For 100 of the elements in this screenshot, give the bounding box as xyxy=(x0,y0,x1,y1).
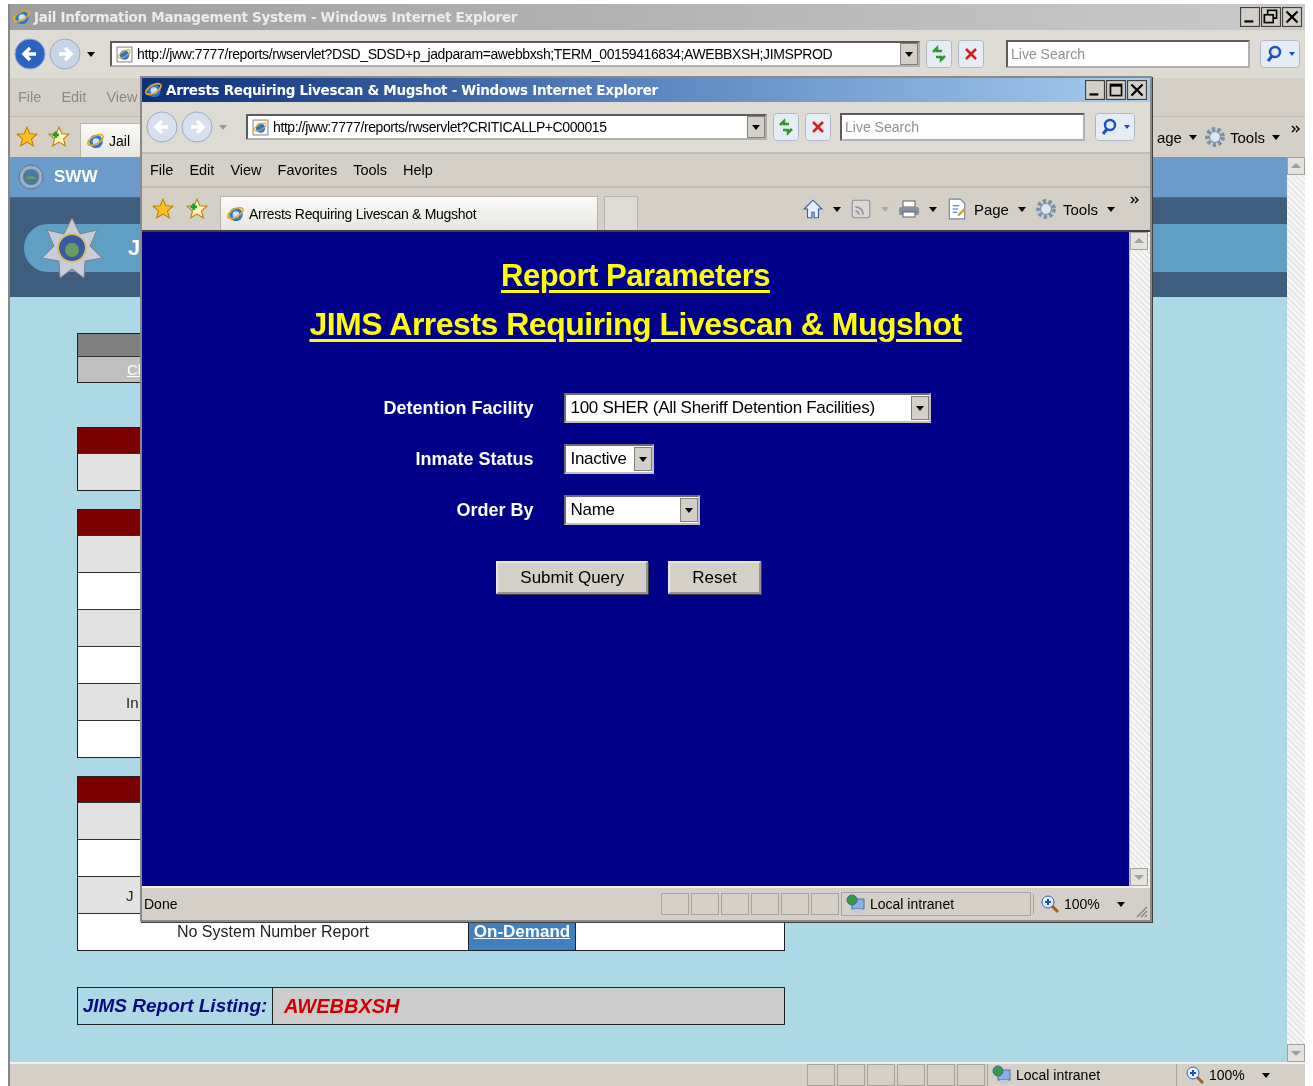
status-segment xyxy=(691,893,719,915)
caret-icon[interactable] xyxy=(832,206,841,212)
caret-icon[interactable] xyxy=(928,206,937,212)
zoom-icon xyxy=(1040,894,1060,914)
status-segment xyxy=(781,893,809,915)
window-title: Arrests Requiring Livescan & Mugshot - Windows Internet Explorer xyxy=(166,82,658,98)
printer-icon[interactable] xyxy=(897,198,920,220)
field-label: Order By xyxy=(455,499,534,521)
reset-button[interactable]: Reset xyxy=(668,561,761,594)
field-label: Inmate Status xyxy=(414,448,534,470)
caret-icon[interactable] xyxy=(1262,1072,1270,1078)
menu-item[interactable]: View xyxy=(226,160,266,180)
status-segment xyxy=(837,1064,865,1086)
network-computer-icon xyxy=(992,1065,1012,1085)
browser-tab[interactable]: Arrests Requiring Livescan & Mugshot xyxy=(220,196,598,230)
dropdown-icon[interactable] xyxy=(633,447,652,471)
search-field[interactable]: Live Search xyxy=(840,113,1085,141)
menu-item[interactable]: Edit xyxy=(185,160,219,180)
search-button[interactable] xyxy=(1260,40,1300,68)
home-icon[interactable] xyxy=(801,198,824,220)
network-computer-icon xyxy=(846,894,866,914)
refresh-button[interactable] xyxy=(773,113,799,141)
stop-button[interactable] xyxy=(805,113,831,141)
site-name: SWW xyxy=(54,167,98,187)
caret-icon[interactable] xyxy=(1272,134,1280,140)
status-segment xyxy=(867,1064,895,1086)
page-icon xyxy=(116,45,133,63)
report-name: J xyxy=(126,886,134,904)
zoom-control[interactable]: 100% xyxy=(1033,894,1112,914)
select-field[interactable]: Name xyxy=(563,495,700,525)
menu-item[interactable]: File xyxy=(146,160,178,180)
report-name: In xyxy=(126,693,139,711)
add-favorite-icon[interactable] xyxy=(48,126,70,148)
status-segment xyxy=(811,893,839,915)
dropdown-icon[interactable] xyxy=(900,43,918,65)
browser-logo-icon xyxy=(227,204,245,223)
gear-icon[interactable] xyxy=(1034,198,1057,220)
stop-button[interactable] xyxy=(958,40,984,68)
address-field[interactable]: http://jww:7777/reports/rwservlet?CRITICALLP+C000015 xyxy=(246,114,767,140)
restore-icon[interactable] xyxy=(1261,7,1281,27)
menu-item[interactable]: Favorites xyxy=(273,160,342,180)
gear-icon[interactable] xyxy=(1203,126,1226,148)
security-zone: Local intranet xyxy=(841,892,1031,916)
minimize-icon[interactable] xyxy=(1085,80,1105,100)
submit-button[interactable]: Submit Query xyxy=(496,561,649,594)
star-badge-icon xyxy=(40,216,104,280)
caret-icon[interactable] xyxy=(1188,134,1197,140)
close-icon[interactable] xyxy=(1282,7,1302,27)
window-title: Jail Information Management System - Windows Internet Explorer xyxy=(34,9,518,25)
page-menu[interactable]: age xyxy=(1156,128,1182,146)
status-segment xyxy=(897,1064,925,1086)
security-zone: Local intranet xyxy=(987,1064,1177,1086)
tools-menu[interactable]: Tools xyxy=(1229,128,1265,146)
browser-logo-icon xyxy=(87,131,105,150)
select-field[interactable]: 100 SHER (All Sheriff Detention Facilities) xyxy=(563,393,931,423)
browser-logo-icon xyxy=(13,8,31,26)
chevron-icon[interactable] xyxy=(1291,125,1301,133)
caret-icon[interactable] xyxy=(87,51,95,57)
dropdown-icon[interactable] xyxy=(910,396,929,420)
banner-title: J xyxy=(128,235,141,261)
favorites-star-icon[interactable] xyxy=(16,126,38,148)
status-segment xyxy=(751,893,779,915)
seal-icon xyxy=(18,164,44,190)
status-segment xyxy=(721,893,749,915)
search-field[interactable]: Live Search xyxy=(1006,40,1250,68)
minimize-icon[interactable] xyxy=(1240,7,1260,27)
resize-grip-icon[interactable] xyxy=(1134,904,1148,918)
close-icon[interactable] xyxy=(1127,80,1147,100)
page-heading: JIMS Arrests Requiring Livescan & Mugshot xyxy=(309,306,962,343)
page-heading: Report Parameters xyxy=(501,258,770,294)
menu-item[interactable]: Tools xyxy=(349,160,392,180)
search-button[interactable] xyxy=(1095,113,1135,141)
menu-item[interactable]: Help xyxy=(399,160,437,180)
caret-icon[interactable] xyxy=(1017,206,1026,212)
zoom-icon xyxy=(1185,1065,1205,1085)
page-menu[interactable]: Page xyxy=(973,200,1009,218)
status-text: Done xyxy=(143,896,178,912)
zoom-control[interactable]: 100% xyxy=(1179,1065,1257,1085)
select-field[interactable]: Inactive xyxy=(563,444,654,474)
dropdown-icon[interactable] xyxy=(747,116,765,138)
status-segment xyxy=(807,1064,835,1086)
page-icon xyxy=(252,118,269,136)
report-name: No System Number Report xyxy=(175,922,371,942)
caret-icon[interactable] xyxy=(1117,901,1125,907)
refresh-button[interactable] xyxy=(926,40,952,68)
tools-menu[interactable]: Tools xyxy=(1062,200,1098,218)
address-field[interactable]: http://jww:7777/reports/rwservlet?DSD_SDSD+p_jadparam=awebbxsh;TERM_00159416834;AWEBBXSH;JIMSPROD xyxy=(110,41,920,67)
field-label: Detention Facility xyxy=(382,397,534,419)
add-favorite-icon[interactable] xyxy=(186,198,208,220)
status-segment xyxy=(927,1064,955,1086)
browser-logo-icon xyxy=(145,81,163,99)
dropdown-icon[interactable] xyxy=(679,498,698,522)
favorites-star-icon[interactable] xyxy=(152,198,174,220)
chevron-icon[interactable] xyxy=(1130,196,1140,204)
caret-icon[interactable] xyxy=(1107,206,1115,212)
status-segment xyxy=(661,893,689,915)
back-button[interactable] xyxy=(14,38,46,70)
status-segment xyxy=(957,1064,985,1086)
listing-user: AWEBBXSH xyxy=(273,988,784,1024)
maximize-icon[interactable] xyxy=(1106,80,1126,100)
